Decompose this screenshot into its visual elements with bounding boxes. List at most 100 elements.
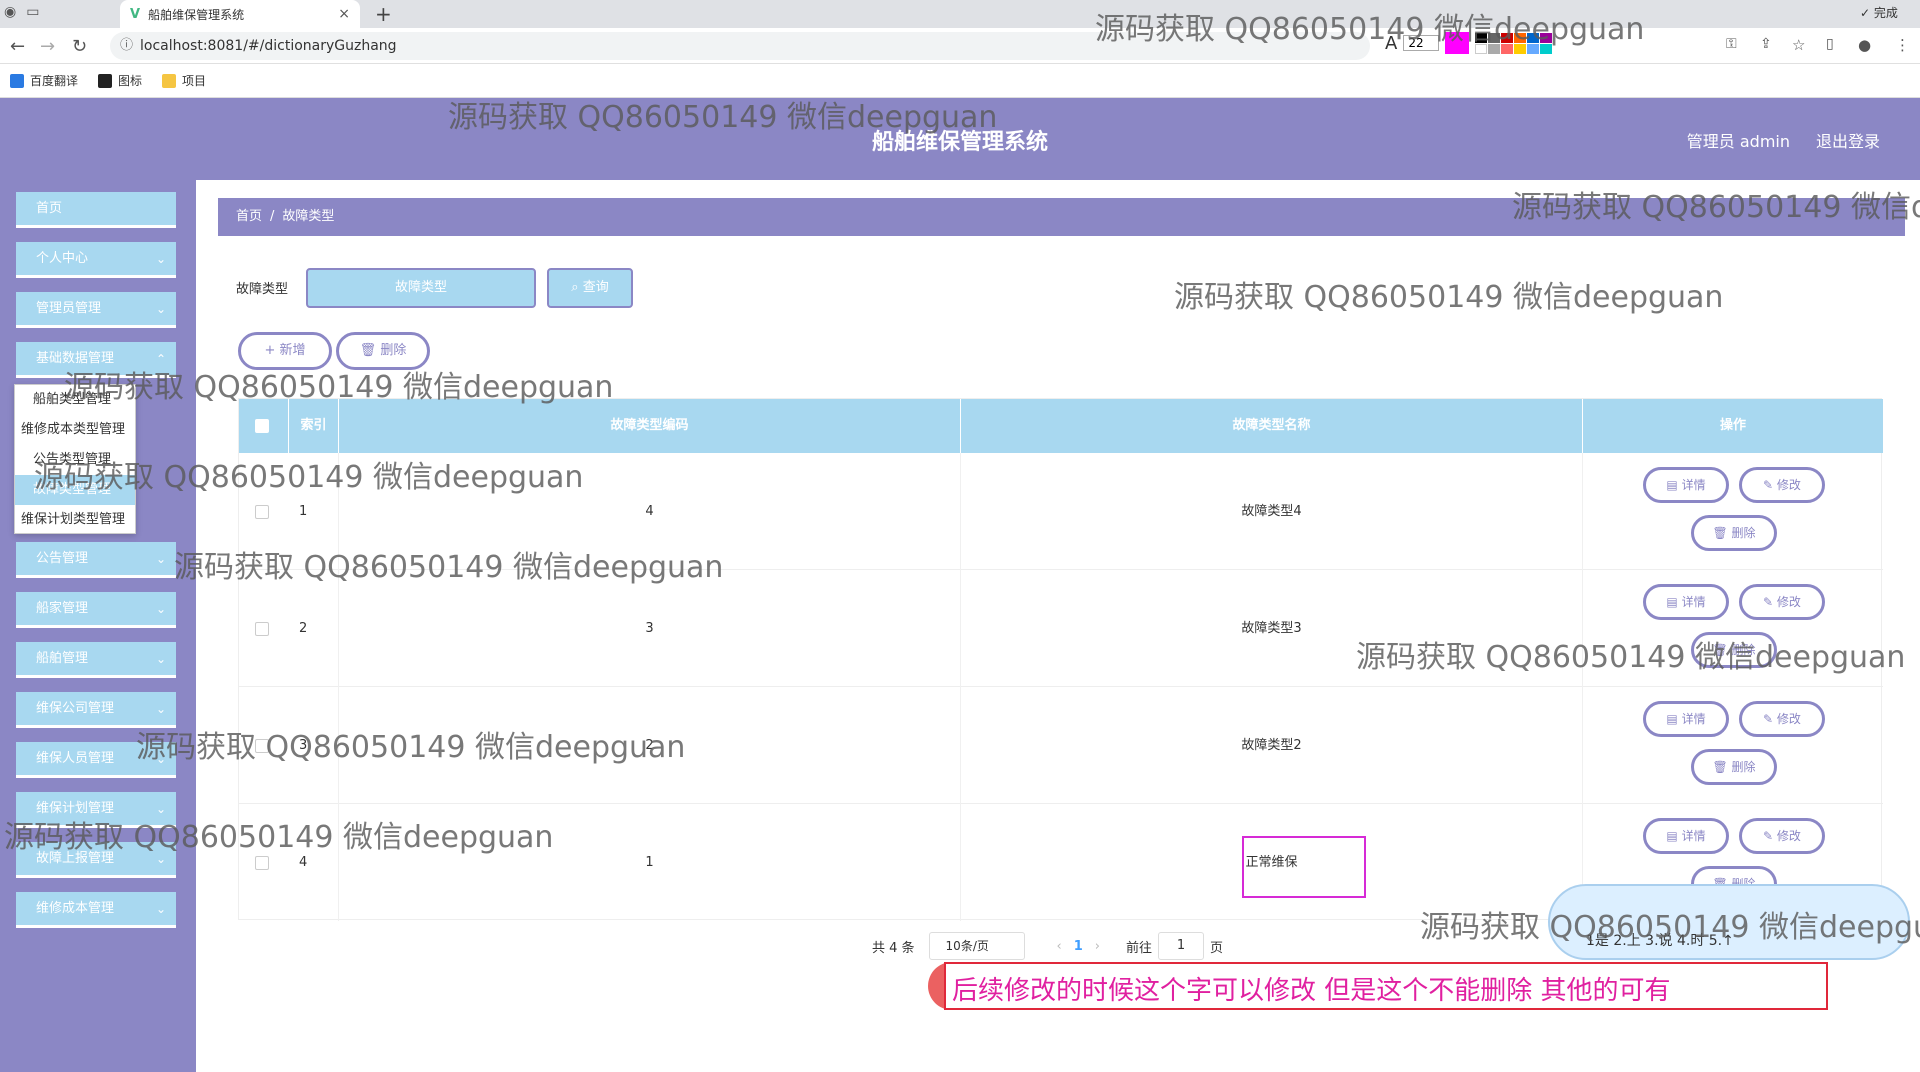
- bookmark-item[interactable]: 百度翻译: [10, 72, 78, 89]
- font-size-icon[interactable]: A: [1385, 33, 1397, 54]
- edit-button[interactable]: ✎ 修改: [1739, 467, 1825, 503]
- cell-name: 故障类型4: [961, 453, 1583, 570]
- add-button[interactable]: + 新增: [238, 332, 332, 370]
- new-tab-icon[interactable]: +: [375, 2, 392, 26]
- row-checkbox[interactable]: [255, 856, 269, 870]
- ime-candidate-bar[interactable]: 1是 2.上 3.说 4.时 5.↑: [1548, 884, 1910, 960]
- annotation-highlight-box: [1242, 836, 1366, 898]
- cell-index: 4: [289, 804, 339, 921]
- breadcrumb: 首页 / 故障类型: [218, 198, 1905, 236]
- chevron-down-icon: ⌄: [155, 602, 166, 616]
- submenu-item[interactable]: 维修成本类型管理: [15, 415, 135, 445]
- detail-button[interactable]: ▤ 详情: [1643, 584, 1729, 620]
- submenu-item[interactable]: 维保计划类型管理: [15, 505, 135, 535]
- cell-index: 1: [289, 453, 339, 570]
- sidebar-item-profile[interactable]: 个人中心 ⌄: [16, 242, 176, 278]
- table-row: 3 2 故障类型2 ▤ 详情 ✎ 修改 🗑 删除: [239, 687, 1883, 804]
- sidebar-item-base-data[interactable]: 基础数据管理 ⌃: [16, 342, 176, 378]
- select-all-cell: [239, 399, 289, 453]
- chevron-down-icon: ⌄: [155, 252, 166, 266]
- submenu-item-active[interactable]: 故障类型管理: [15, 475, 135, 505]
- window-icons: ◉ ▭: [4, 4, 39, 20]
- sidepanel-icon[interactable]: ▯: [1826, 36, 1834, 52]
- reload-icon[interactable]: ↻: [72, 36, 87, 57]
- url-text: localhost:8081/#/dictionaryGuzhang: [140, 38, 397, 54]
- sidebar-item-cost[interactable]: 维修成本管理 ⌄: [16, 892, 176, 928]
- bookmark-item[interactable]: 图标: [98, 72, 142, 89]
- bookmark-star-icon[interactable]: ☆: [1792, 36, 1805, 54]
- pagination-total: 共 4 条: [872, 940, 915, 956]
- delete-button[interactable]: 🗑 删除: [1691, 632, 1777, 668]
- header-name[interactable]: 故障类型名称: [961, 399, 1583, 453]
- font-size-select[interactable]: 22: [1403, 35, 1439, 51]
- edit-button[interactable]: ✎ 修改: [1739, 818, 1825, 854]
- row-checkbox[interactable]: [255, 622, 269, 636]
- select-all-checkbox[interactable]: [255, 419, 269, 433]
- prev-page-icon[interactable]: ‹: [1057, 939, 1062, 954]
- goto-input[interactable]: 1: [1158, 932, 1205, 960]
- image-icon: [98, 73, 113, 88]
- submenu-item[interactable]: 船舶类型管理: [15, 385, 135, 415]
- search-input[interactable]: 故障类型: [306, 268, 536, 308]
- tab-search-icon[interactable]: ▭: [26, 4, 39, 20]
- detail-button[interactable]: ▤ 详情: [1643, 467, 1729, 503]
- chevron-down-icon: ⌄: [155, 752, 166, 766]
- share-icon[interactable]: ⇪: [1760, 36, 1772, 52]
- sidebar-item-company[interactable]: 维保公司管理 ⌄: [16, 692, 176, 728]
- batch-delete-button[interactable]: 🗑 删除: [336, 332, 430, 370]
- submenu-item[interactable]: 公告类型管理: [15, 445, 135, 475]
- logout-link[interactable]: 退出登录: [1816, 128, 1880, 152]
- header-index: 索引: [289, 399, 339, 453]
- current-page[interactable]: 1: [1074, 939, 1083, 954]
- app-header: 船舶维保管理系统 管理员 admin 退出登录: [0, 98, 1920, 180]
- trash-icon: 🗑: [359, 343, 377, 358]
- chevron-up-icon: ⌃: [155, 352, 166, 366]
- search-icon: ⌕: [571, 280, 579, 295]
- address-bar: ← → ↻ ⓘ localhost:8081/#/dictionaryGuzha…: [0, 28, 1920, 64]
- sidebar-item-notice[interactable]: 公告管理 ⌄: [16, 542, 176, 578]
- breadcrumb-current: 故障类型: [282, 209, 335, 224]
- ime-composition-box[interactable]: 后续修改的时候这个字可以修改 但是这个不能删除 其他的可有: [944, 962, 1828, 1010]
- current-color-swatch[interactable]: [1444, 32, 1469, 54]
- search-button[interactable]: ⌕ 查询: [547, 268, 633, 308]
- edit-button[interactable]: ✎ 修改: [1739, 584, 1825, 620]
- chevron-down-icon: ⌄: [155, 652, 166, 666]
- url-field[interactable]: ⓘ localhost:8081/#/dictionaryGuzhang: [110, 32, 1370, 60]
- next-page-icon[interactable]: ›: [1095, 939, 1100, 954]
- sidebar-item-staff[interactable]: 维保人员管理 ⌄: [16, 742, 176, 778]
- sidebar-item-admin[interactable]: 管理员管理 ⌄: [16, 292, 176, 328]
- tab-close-icon[interactable]: ×: [338, 6, 350, 22]
- bookmark-item[interactable]: 项目: [162, 72, 206, 89]
- table-row: 1 4 故障类型4 ▤ 详情 ✎ 修改 🗑 删除: [239, 453, 1883, 570]
- row-checkbox[interactable]: [255, 739, 269, 753]
- table-header: 索引 故障类型编码 故障类型名称 操作: [239, 399, 1883, 453]
- delete-button[interactable]: 🗑 删除: [1691, 515, 1777, 551]
- detail-button[interactable]: ▤ 详情: [1643, 701, 1729, 737]
- cell-code: 3: [339, 570, 961, 687]
- cell-code: 4: [339, 453, 961, 570]
- header-code[interactable]: 故障类型编码: [339, 399, 961, 453]
- key-icon[interactable]: ⚿: [1726, 36, 1737, 52]
- color-palette[interactable]: [1474, 32, 1552, 54]
- page-size-select[interactable]: 10条/页: [928, 932, 1025, 960]
- delete-button[interactable]: 🗑 删除: [1691, 749, 1777, 785]
- edit-button[interactable]: ✎ 修改: [1739, 701, 1825, 737]
- sidebar-item-ship[interactable]: 船舶管理 ⌄: [16, 642, 176, 678]
- browser-tabbar: ◉ ▭ V 船舶维保管理系统 × +: [0, 0, 1920, 28]
- app-title: 船舶维保管理系统: [871, 130, 1048, 155]
- sidebar-item-fault-report[interactable]: 故障上报管理 ⌄: [16, 842, 176, 878]
- sidebar-item-home[interactable]: 首页: [16, 192, 176, 228]
- sidebar-item-shipowner[interactable]: 船家管理 ⌄: [16, 592, 176, 628]
- forward-icon[interactable]: →: [40, 36, 55, 57]
- row-checkbox[interactable]: [255, 505, 269, 519]
- done-button[interactable]: ✓ 完成: [1860, 4, 1898, 21]
- sidebar-item-plan[interactable]: 维保计划管理 ⌄: [16, 792, 176, 828]
- more-icon[interactable]: ⋮: [1895, 36, 1910, 54]
- info-icon[interactable]: ⓘ: [120, 32, 133, 60]
- browser-tab[interactable]: V 船舶维保管理系统 ×: [120, 0, 360, 28]
- profile-icon[interactable]: ●: [1858, 36, 1871, 54]
- back-icon[interactable]: ←: [10, 36, 25, 57]
- browser-menu-icon[interactable]: ◉: [4, 4, 16, 20]
- detail-button[interactable]: ▤ 详情: [1643, 818, 1729, 854]
- breadcrumb-home[interactable]: 首页: [236, 209, 262, 224]
